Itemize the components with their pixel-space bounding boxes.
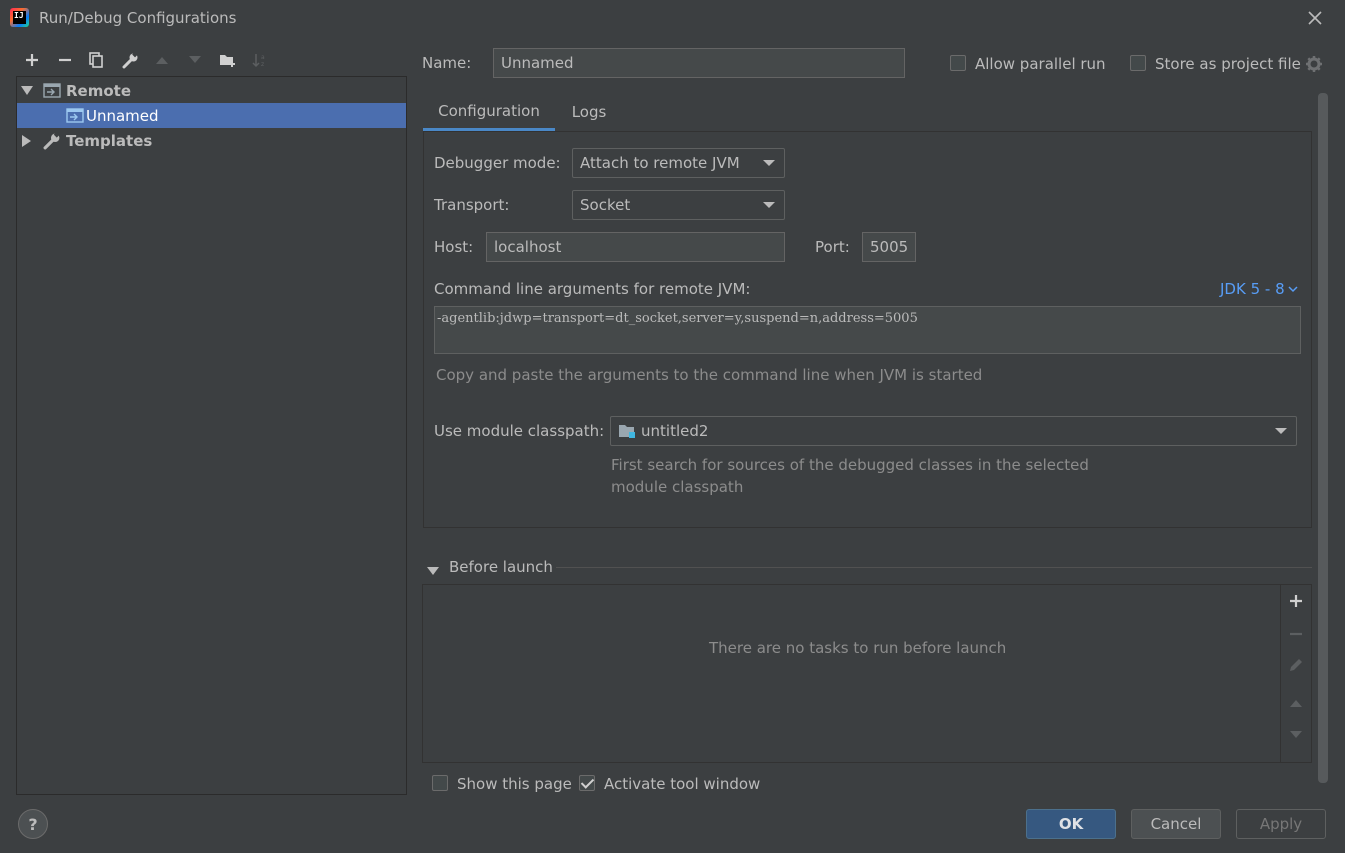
section-divider — [556, 567, 1312, 568]
tree-item-label: Remote — [66, 81, 132, 100]
tree-item-templates[interactable]: Templates — [17, 128, 406, 153]
copy-icon[interactable] — [85, 49, 107, 71]
svg-text:z: z — [261, 61, 264, 68]
gear-icon[interactable] — [1305, 55, 1323, 77]
module-hint-line1: First search for sources of the debugged… — [611, 456, 1089, 474]
before-launch-title[interactable]: Before launch — [449, 558, 553, 576]
port-label: Port: — [815, 238, 850, 256]
remote-config-icon — [66, 107, 84, 124]
store-project-label: Store as project file — [1155, 55, 1301, 73]
cmdline-label: Command line arguments for remote JVM: — [434, 280, 751, 298]
jdk-version-link[interactable]: JDK 5 - 8 — [1220, 280, 1298, 298]
transport-value: Socket — [580, 196, 631, 214]
before-launch-panel — [422, 584, 1312, 763]
module-classpath-select[interactable]: untitled2 — [610, 416, 1297, 446]
port-field[interactable]: 5005 — [862, 232, 916, 262]
collapse-down-icon[interactable] — [427, 562, 439, 580]
show-page-label: Show this page — [457, 775, 572, 793]
show-page-checkbox[interactable] — [432, 775, 448, 791]
sort-icon[interactable]: az — [249, 49, 271, 71]
remove-icon[interactable] — [54, 49, 76, 71]
expand-right-icon[interactable] — [22, 134, 36, 147]
wrench-icon — [43, 131, 61, 150]
tree-item-label: Unnamed — [86, 106, 159, 125]
transport-select[interactable]: Socket — [572, 190, 785, 220]
svg-text:a: a — [261, 54, 265, 61]
host-field[interactable]: localhost — [486, 232, 785, 262]
help-button[interactable]: ? — [18, 809, 48, 839]
cancel-button[interactable]: Cancel — [1131, 809, 1221, 839]
debugger-mode-select[interactable]: Attach to remote JVM — [572, 148, 785, 178]
window-title: Run/Debug Configurations — [39, 9, 237, 27]
module-hint-line2: module classpath — [611, 478, 744, 496]
ok-button[interactable]: OK — [1026, 809, 1116, 839]
name-label: Name: — [422, 54, 472, 72]
move-task-down-icon[interactable] — [1289, 726, 1303, 744]
transport-label: Transport: — [434, 196, 510, 214]
new-folder-icon[interactable] — [217, 49, 239, 71]
expand-down-icon[interactable] — [21, 85, 35, 96]
move-task-up-icon[interactable] — [1289, 694, 1303, 712]
move-down-icon[interactable] — [184, 49, 206, 71]
jdk-version-label: JDK 5 - 8 — [1220, 280, 1285, 298]
activate-tool-checkbox[interactable] — [579, 775, 595, 791]
tree-item-unnamed[interactable]: Unnamed — [17, 103, 406, 128]
chevron-down-icon — [763, 160, 775, 166]
tree-item-label: Templates — [66, 131, 153, 150]
apply-button[interactable]: Apply — [1236, 809, 1326, 839]
close-icon[interactable] — [1303, 6, 1327, 30]
cmdline-args-textarea[interactable]: -agentlib:jdwp=transport=dt_socket,serve… — [434, 306, 1301, 354]
module-folder-icon — [619, 425, 635, 438]
title-bar: IJ Run/Debug Configurations — [0, 0, 1345, 37]
module-classpath-value: untitled2 — [641, 422, 709, 440]
allow-parallel-label: Allow parallel run — [975, 55, 1106, 73]
tab-configuration[interactable]: Configuration — [423, 93, 555, 131]
remote-config-icon — [43, 82, 61, 99]
add-icon[interactable] — [21, 49, 43, 71]
activate-tool-label: Activate tool window — [604, 775, 761, 793]
logo-text: IJ — [14, 11, 24, 20]
wrench-icon[interactable] — [119, 49, 141, 71]
cmdline-hint: Copy and paste the arguments to the comm… — [436, 366, 983, 384]
scrollbar[interactable] — [1318, 93, 1328, 783]
host-label: Host: — [434, 238, 474, 256]
allow-parallel-checkbox[interactable] — [950, 55, 966, 71]
before-launch-empty-text: There are no tasks to run before launch — [709, 639, 1007, 657]
chevron-down-icon — [1275, 428, 1287, 434]
chevron-down-icon — [1288, 286, 1298, 293]
module-classpath-label: Use module classpath: — [434, 422, 605, 440]
debugger-mode-label: Debugger mode: — [434, 154, 561, 172]
intellij-logo-icon: IJ — [10, 8, 29, 27]
edit-task-icon[interactable] — [1288, 657, 1304, 677]
tab-logs[interactable]: Logs — [560, 93, 618, 131]
add-task-icon[interactable] — [1289, 594, 1303, 612]
store-project-checkbox[interactable] — [1130, 55, 1146, 71]
debugger-mode-value: Attach to remote JVM — [580, 154, 740, 172]
tree-item-remote[interactable]: Remote — [17, 78, 406, 103]
chevron-down-icon — [763, 202, 775, 208]
move-up-icon[interactable] — [151, 49, 173, 71]
configuration-tree[interactable]: Remote Unnamed Templates — [16, 76, 407, 795]
remove-task-icon[interactable] — [1289, 627, 1303, 645]
name-field[interactable]: Unnamed — [493, 48, 905, 78]
